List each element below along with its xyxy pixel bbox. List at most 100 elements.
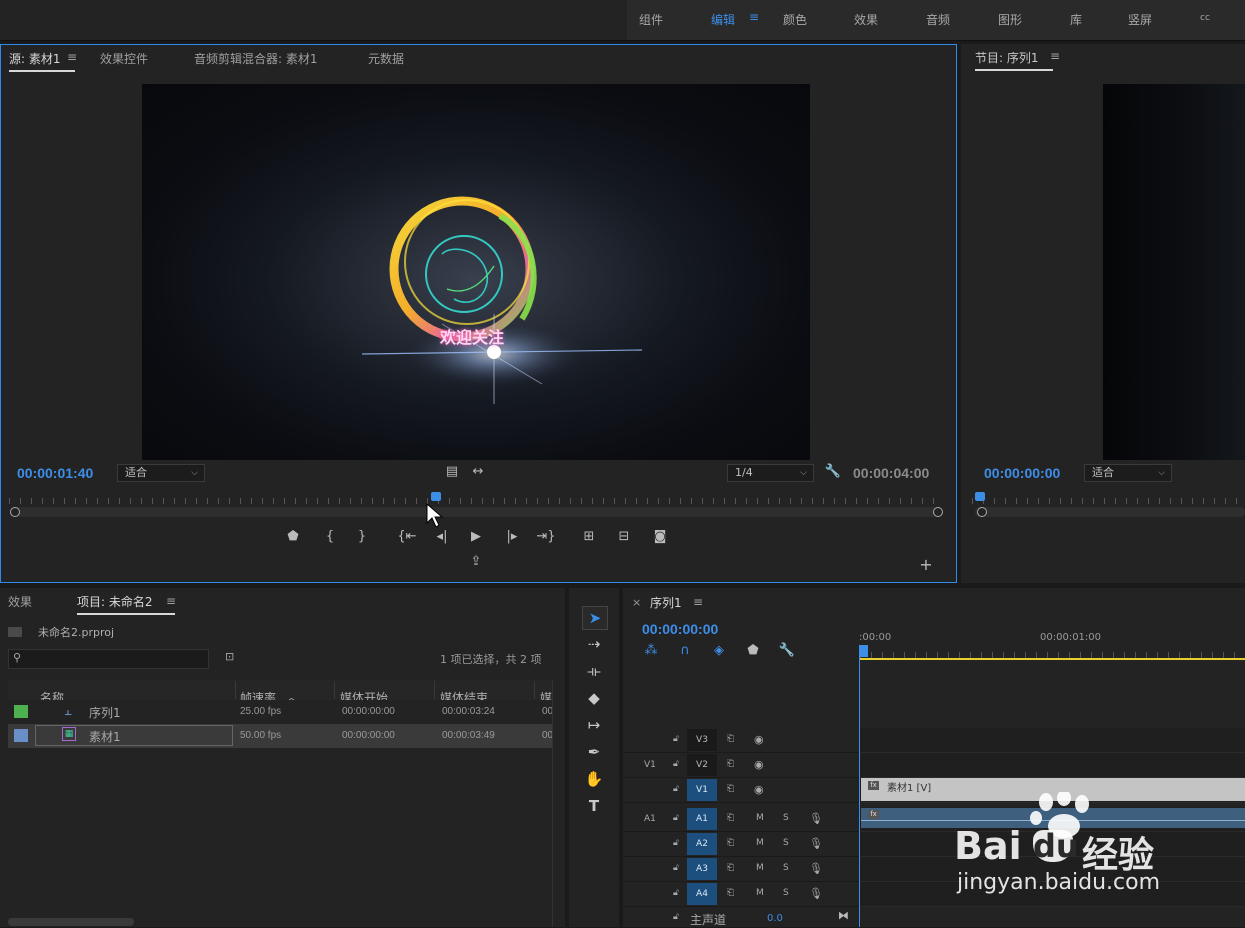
hand-tool-icon[interactable]: ✋ (582, 768, 606, 790)
lock-icon[interactable]: 🔓︎ (673, 813, 679, 823)
track-label-a4[interactable]: A4 (687, 883, 717, 905)
solo-button[interactable]: S (783, 813, 789, 823)
track-select-tool-icon[interactable]: ⇢ (582, 633, 606, 655)
step-forward-icon[interactable]: |▸ (502, 529, 522, 545)
label-color-swatch[interactable] (14, 729, 28, 742)
program-video-frame[interactable] (1103, 84, 1245, 460)
selection-tool-icon[interactable]: ➤ (582, 606, 608, 630)
column-divider[interactable] (235, 681, 236, 699)
hamburger-icon[interactable]: ≡ (749, 10, 759, 24)
source-scrub-bar[interactable] (12, 507, 940, 517)
lock-icon[interactable]: 🔓︎ (673, 734, 679, 744)
timeline-timecode[interactable]: 00:00:00:00 (642, 621, 718, 637)
new-bin-icon[interactable]: ⊡ (225, 650, 234, 663)
solo-button[interactable]: S (783, 888, 789, 898)
step-back-icon[interactable]: ◂| (432, 529, 452, 545)
microphone-icon[interactable]: 🎙︎ (809, 837, 823, 850)
slip-tool-icon[interactable]: ↦ (582, 714, 606, 736)
add-marker-icon[interactable]: ⬟ (283, 529, 303, 545)
tab-metadata[interactable]: 元数据 (368, 50, 404, 67)
eye-icon[interactable]: ◉ (754, 733, 764, 746)
source-patch-a1[interactable]: A1 (644, 814, 656, 824)
sync-lock-icon[interactable]: ⎗ (727, 734, 734, 744)
track-label-v2[interactable]: V2 (687, 754, 717, 776)
source-patch-v1[interactable]: V1 (644, 760, 656, 770)
sync-lock-icon[interactable]: ⎗ (727, 784, 734, 794)
mute-button[interactable]: M (756, 863, 764, 873)
panel-menu-icon[interactable]: ≡ (1050, 49, 1060, 63)
work-area-bar[interactable] (860, 658, 1245, 660)
program-playhead[interactable] (975, 492, 985, 501)
source-time-ruler[interactable] (9, 498, 937, 504)
tab-audio-clip-mixer[interactable]: 音频剪辑混合器: 素材1 (194, 50, 318, 67)
workspace-tab-audio[interactable]: 音频 (926, 11, 950, 28)
insert-icon[interactable]: ⊞ (579, 529, 599, 545)
solo-button[interactable]: S (783, 863, 789, 873)
track-lane-v3[interactable] (860, 728, 1245, 753)
program-timecode[interactable]: 00:00:00:00 (984, 465, 1060, 481)
lock-icon[interactable]: 🔓︎ (673, 784, 679, 794)
workspace-tab-graphics[interactable]: 图形 (998, 11, 1022, 28)
panel-menu-icon[interactable]: ≡ (693, 595, 703, 609)
eye-icon[interactable]: ◉ (754, 758, 764, 771)
label-color-swatch[interactable] (14, 705, 28, 718)
eye-icon[interactable]: ◉ (754, 783, 764, 796)
workspace-tab-vertical[interactable]: 竖屏 (1128, 11, 1152, 28)
sync-lock-icon[interactable]: ⎗ (727, 863, 734, 873)
track-label-a1[interactable]: A1 (687, 808, 717, 830)
microphone-icon[interactable]: 🎙︎ (809, 812, 823, 825)
go-to-in-icon[interactable]: {⇤ (397, 529, 417, 545)
source-resolution-dropdown[interactable]: 1/4 ⌵ (727, 464, 814, 482)
program-time-ruler[interactable] (972, 498, 1245, 504)
mute-button[interactable]: M (756, 888, 764, 898)
program-scrub-bar[interactable] (975, 507, 1245, 517)
lock-icon[interactable]: 🔓︎ (673, 759, 679, 769)
source-in-handle[interactable] (10, 507, 20, 517)
camera-icon[interactable]: ◙ (650, 529, 670, 545)
nest-icon[interactable]: ⁂ (641, 643, 661, 659)
tab-project[interactable]: 项目: 未命名2 (77, 593, 175, 615)
go-to-out-icon[interactable]: ⇥} (536, 529, 556, 545)
microphone-icon[interactable]: 🎙︎ (809, 887, 823, 900)
program-in-handle[interactable] (977, 507, 987, 517)
linked-selection-icon[interactable]: ◈ (709, 643, 729, 659)
project-search-field[interactable]: ⚲ (8, 649, 209, 669)
track-lane-v2[interactable] (860, 753, 1245, 778)
insert-edit-icon[interactable]: ▤ (442, 464, 462, 480)
snap-magnet-icon[interactable]: ∩ (675, 643, 695, 659)
export-frame-icon[interactable]: ⇪ (466, 554, 486, 570)
workspace-tab-color[interactable]: 颜色 (783, 11, 807, 28)
solo-button[interactable]: S (783, 838, 789, 848)
pen-tool-icon[interactable]: ✒ (582, 741, 606, 763)
program-zoom-dropdown[interactable]: 适合 ⌵ (1084, 464, 1172, 482)
program-title[interactable]: 节目: 序列1 (975, 49, 1052, 71)
timeline-settings-icon[interactable]: 🔧 (777, 643, 797, 659)
panel-menu-icon[interactable]: ≡ (67, 50, 77, 64)
lock-icon[interactable]: 🔓︎ (673, 863, 679, 873)
drag-video-audio-icon[interactable]: ↔ (468, 464, 488, 480)
track-label-v3[interactable]: V3 (687, 729, 717, 751)
sync-lock-icon[interactable]: ⎗ (727, 888, 734, 898)
workspace-tab-cc[interactable]: cc (1200, 13, 1210, 23)
tab-effect-controls[interactable]: 效果控件 (100, 50, 148, 67)
source-zoom-dropdown[interactable]: 适合 ⌵ (117, 464, 205, 482)
lock-icon[interactable]: 🔓︎ (673, 838, 679, 848)
source-playhead[interactable] (431, 492, 442, 501)
play-icon[interactable]: ▶ (466, 529, 486, 545)
sync-lock-icon[interactable]: ⎗ (727, 813, 734, 823)
track-label-a3[interactable]: A3 (687, 858, 717, 880)
workspace-tab-effects[interactable]: 效果 (854, 11, 878, 28)
workspace-tab-libraries[interactable]: 库 (1070, 11, 1082, 28)
wrench-icon[interactable]: 🔧 (823, 464, 843, 480)
go-to-end-icon[interactable]: ⧓ (838, 909, 849, 922)
tab-source[interactable]: 源: 素材1 (9, 50, 74, 72)
type-tool-icon[interactable]: T (582, 795, 606, 817)
source-out-handle[interactable] (933, 507, 943, 517)
add-marker-icon[interactable]: ⬟ (743, 643, 763, 659)
mark-in-icon[interactable]: { (320, 529, 340, 545)
track-label-a2[interactable]: A2 (687, 833, 717, 855)
project-search-input[interactable] (29, 650, 208, 668)
lock-icon[interactable]: 🔓︎ (673, 888, 679, 898)
master-volume-value[interactable]: 0.0 (767, 913, 783, 924)
timeline-close-icon[interactable]: × (632, 596, 641, 609)
